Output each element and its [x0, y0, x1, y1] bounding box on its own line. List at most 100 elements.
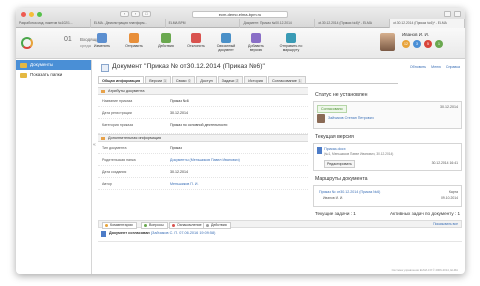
inbox-count[interactable]: 01 [64, 36, 72, 43]
chrome-actions [444, 11, 461, 17]
show-all-link[interactable]: Показывать все [433, 222, 458, 226]
list-item: Документ согласован (Зайчиков С. П. 07.0… [98, 228, 462, 242]
alerts-counter[interactable]: 5 [424, 40, 432, 48]
attribute-row: Тип документа Приказ [98, 142, 308, 154]
version-meta: (№1, Меньшиков Павел Иванович, 30.12.201… [324, 152, 394, 156]
tab-label: Связи [175, 79, 187, 83]
browser-tab[interactable]: Разработка мод. пакетов №102/1... [16, 19, 91, 28]
tab-versions[interactable]: Версии 1 [145, 76, 171, 83]
tab-count: 0 [187, 79, 192, 83]
browser-tab[interactable]: ot.30.12.2014 (Приказ №6)* - ELMA [315, 19, 391, 28]
status-date: 30.12.2014 [440, 105, 458, 109]
edit-button[interactable]: Изменить [88, 31, 116, 56]
tab-count: 1 [297, 79, 302, 83]
browser-tab[interactable]: Документ: Приказ №00.12.2014 [240, 19, 316, 28]
browser-tab[interactable]: ot.30.12.2014 (Приказ №6)* - ELMA [390, 19, 465, 28]
current-tasks-label[interactable]: Текущие задачи : 1 [315, 211, 356, 216]
maximize-window-button[interactable] [37, 12, 42, 17]
linked-document-button[interactable]: Связанный документ [212, 31, 240, 56]
add-version-button[interactable]: Добавить версию [242, 31, 270, 56]
section-header[interactable]: Дополнительная информация [98, 134, 308, 142]
active-tasks-label[interactable]: Активных задач по документу : 1 [390, 211, 460, 216]
route-link[interactable]: Приказ № от30.12.2014 (Приказ №6) [319, 190, 380, 194]
tab-approval[interactable]: Согласование 1 [267, 76, 306, 83]
attribute-key: Тип документа [102, 146, 127, 150]
route-date: 09.10.2014 [441, 196, 458, 200]
send-label: Отправить [125, 44, 143, 48]
tab-tasks[interactable]: Задачи 2 [217, 76, 244, 83]
reject-button[interactable]: Отклонить [182, 31, 210, 56]
tasks-counter[interactable]: 12 [402, 40, 410, 48]
sidebar-item-documents[interactable]: Документы [16, 60, 91, 70]
comment-icon [101, 231, 106, 237]
address-bar[interactable]: ecm-demo.elma-bpm.ru [192, 11, 288, 18]
messages-counter[interactable]: 3 [413, 40, 421, 48]
route-map-link[interactable]: Карта [449, 190, 458, 194]
version-file-link[interactable]: Приказ.docx [324, 147, 346, 151]
window-controls [21, 12, 42, 17]
share-button[interactable]: □ [142, 11, 151, 17]
status-person-link[interactable]: Зайчиков Степан Петрович [328, 116, 374, 120]
attribute-row: Дата регистрации 30.12.2014 [98, 107, 308, 119]
tab-links[interactable]: Связи 0 [171, 76, 196, 83]
refresh-link[interactable]: Обновить [410, 65, 426, 69]
section-header[interactable]: Атрибуты документа [98, 87, 308, 95]
user-name[interactable]: Иванов И. И. [402, 32, 429, 37]
user-avatar[interactable] [380, 33, 395, 51]
forward-button[interactable]: › [131, 11, 140, 17]
collapse-sidebar-icon[interactable]: « [93, 142, 96, 148]
version-title: Текущая версия [315, 134, 354, 140]
user-counters: 12 3 5 1 [402, 40, 443, 48]
tab-count: 2 [235, 79, 240, 83]
events-counter[interactable]: 1 [435, 40, 443, 48]
version-box: Приказ.docx (№1, Меньшиков Павел Иванови… [313, 143, 462, 171]
sidebar-item-show-folders[interactable]: Показать папки [16, 70, 91, 80]
send-button[interactable]: Отправить [120, 31, 148, 56]
browser-tab[interactable]: ELMA - Демонстрация платформ... [91, 19, 166, 28]
tab-label: Доступ [200, 79, 213, 83]
author-link[interactable]: Меньшиков П. И. [170, 182, 198, 186]
help-link[interactable]: Справка [446, 65, 460, 69]
route-icon [286, 33, 296, 43]
avatar [317, 114, 325, 123]
attribute-value: 30.12.2014 [170, 111, 188, 115]
edit-label: Изменить [93, 44, 111, 48]
attribute-row: Название приказа Приказ №6 [98, 95, 308, 107]
tab-label: История [248, 79, 263, 83]
comment-title-text: Документ согласован [109, 231, 150, 235]
comment-title: Документ согласован (Зайчиков С. П. 07.0… [109, 231, 215, 235]
nav-buttons: ‹ › □ [120, 11, 151, 17]
routes-box: Приказ № от30.12.2014 (Приказ №6) Карта … [313, 185, 462, 207]
send-by-route-label: Отправить по маршруту [279, 44, 303, 52]
send-icon [129, 33, 139, 43]
document-header: Документ "Приказ № от30.12.2014 (Приказ … [98, 60, 462, 75]
attribute-key: Дата регистрации [102, 111, 132, 115]
main-content: Документ "Приказ № от30.12.2014 (Приказ … [98, 60, 462, 274]
close-window-button[interactable] [21, 12, 26, 17]
elma-logo[interactable] [21, 37, 33, 49]
attribute-value: Приказ №6 [170, 99, 189, 103]
sidebar-item-label: Показать папки [30, 72, 63, 77]
tab-label: Общая информация [102, 79, 141, 83]
status-box: Согласовано 30.12.2014 Зайчиков Степан П… [313, 101, 462, 129]
attribute-value: 30.12.2014 [170, 170, 188, 174]
minimize-window-button[interactable] [29, 12, 34, 17]
send-by-route-button[interactable]: Отправить по маршруту [274, 31, 308, 56]
tab-general[interactable]: Общая информация [98, 76, 145, 83]
edit-version-button[interactable]: Редактировать [324, 160, 355, 168]
tab-history[interactable]: История [244, 76, 267, 83]
parent-folder-link[interactable]: Документы (Меньшиков Павел Иванович) [170, 158, 240, 162]
route-user: Иванов И. И. [323, 196, 344, 200]
back-button[interactable]: ‹ [120, 11, 129, 17]
comment-meta[interactable]: (Зайчиков С. П. 07.06.2016 19:09:58) [151, 231, 216, 235]
menu-link[interactable]: Меню [431, 65, 441, 69]
browser-window: ‹ › □ ecm-demo.elma-bpm.ru Разработка мо… [16, 8, 465, 274]
reject-icon [191, 33, 201, 43]
actions-button[interactable]: Действия [152, 31, 180, 56]
tabs-icon[interactable] [454, 11, 461, 17]
word-file-icon [317, 147, 322, 154]
share-icon[interactable] [444, 11, 451, 17]
actions-label: Действия [158, 44, 174, 48]
tab-access[interactable]: Доступ [196, 76, 217, 83]
browser-tab[interactable]: ELMA BPM [166, 19, 241, 28]
